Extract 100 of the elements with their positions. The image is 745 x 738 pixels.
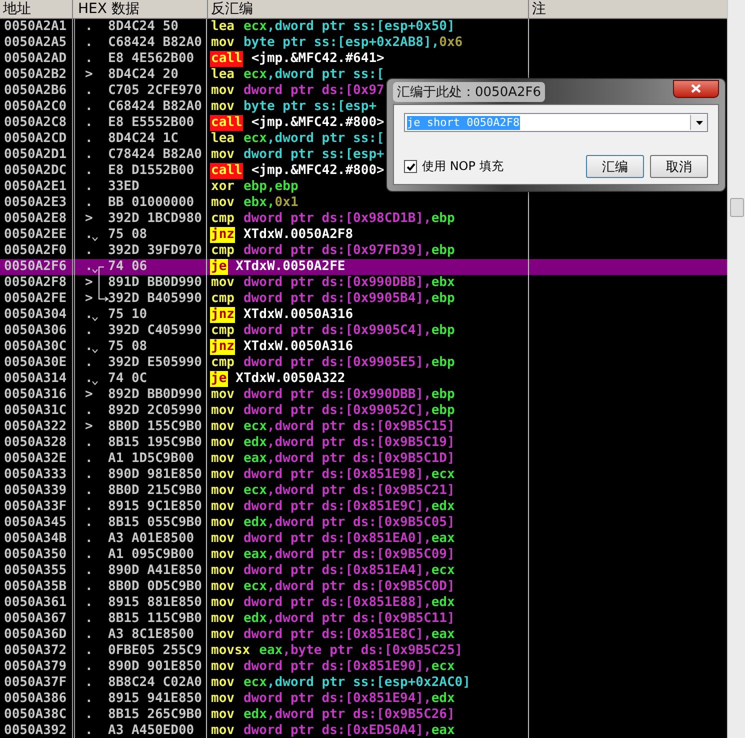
- row-marker: .: [84, 51, 94, 67]
- hex-cell-text: 892D BB0D990: [107, 387, 202, 403]
- row-marker: .: [84, 259, 94, 275]
- mnemonic: mov: [210, 691, 236, 707]
- mnemonic: mov: [210, 435, 236, 451]
- close-button[interactable]: [673, 80, 719, 98]
- address-cell-text: 0050A350: [3, 547, 68, 563]
- hex-cell-text: 392D C405990: [107, 323, 202, 339]
- row-marker: .: [84, 115, 94, 131]
- address-cell-text: 0050A316: [3, 387, 68, 403]
- address-cell-text: 0050A2B2: [3, 67, 68, 83]
- address-cell-text: 0050A38C: [3, 707, 68, 723]
- hex-cell-text: 890D A41E850: [107, 563, 202, 579]
- mnemonic: cmp: [210, 243, 236, 259]
- row-marker: .: [84, 627, 94, 643]
- address-cell-text: 0050A2E1: [3, 179, 68, 195]
- mnemonic: call: [210, 115, 244, 131]
- row-marker: .: [84, 579, 94, 595]
- address-cell-text: 0050A2E3: [3, 195, 68, 211]
- column-header[interactable]: 地址: [0, 0, 72, 18]
- row-marker: .: [84, 131, 94, 147]
- address-cell-text: 0050A2EE: [3, 227, 68, 243]
- address-cell-text: 0050A379: [3, 659, 68, 675]
- operand-text: ecx,dword ptr ss:[esp+0x2AC0]: [243, 675, 470, 691]
- address-cell-text: 0050A2FE: [3, 291, 68, 307]
- row-marker: .: [84, 563, 94, 579]
- operand-text: eax,dword ptr ds:[0x9B5C1D]: [243, 451, 455, 467]
- operand-text: dword ptr ss:[esp+: [243, 147, 384, 163]
- mnemonic: jnz: [210, 307, 236, 323]
- hex-cell-text: 392D E505990: [107, 355, 202, 371]
- address-cell-text: 0050A2D1: [3, 147, 68, 163]
- operand-text: ebx,0x1: [243, 195, 298, 211]
- mnemonic: mov: [210, 451, 236, 467]
- hex-cell-text: 392D 1BCD980: [107, 211, 202, 227]
- hex-cell-text: 890D 981E850: [107, 467, 202, 483]
- scrollbar[interactable]: [727, 0, 745, 738]
- hex-cell-text: 8915 941E850: [107, 691, 202, 707]
- dialog-button[interactable]: 汇编: [586, 155, 644, 178]
- scroll-thumb[interactable]: [730, 198, 744, 217]
- hex-cell-text: 8D4C24 20: [107, 67, 178, 83]
- mnemonic: cmp: [210, 211, 236, 227]
- row-marker: .: [84, 483, 94, 499]
- close-icon: [691, 84, 701, 93]
- row-marker: .: [84, 323, 94, 339]
- address-cell-text: 0050A35B: [3, 579, 68, 595]
- hex-cell-text: C68424 B82A0: [107, 99, 202, 115]
- row-marker: .: [84, 179, 94, 195]
- row-marker: .: [84, 355, 94, 371]
- mnemonic: mov: [210, 627, 236, 643]
- hex-cell-text: 892D 2C05990: [107, 403, 202, 419]
- address-cell-text: 0050A2E8: [3, 211, 68, 227]
- mnemonic: mov: [210, 387, 236, 403]
- hex-cell-text: E8 D1552B00: [107, 163, 194, 179]
- column-header[interactable]: HEX 数据: [72, 0, 207, 18]
- operand-text: XTdxW.0050A316: [243, 339, 354, 355]
- operand-text: dword ptr ds:[0x97: [243, 83, 384, 99]
- address-cell-text: 0050A36D: [3, 627, 68, 643]
- hex-cell-text: 392D B405990: [107, 291, 202, 307]
- mnemonic: mov: [210, 563, 236, 579]
- address-cell-text: 0050A32E: [3, 451, 68, 467]
- mnemonic: call: [210, 163, 244, 179]
- address-cell-text: 0050A2DC: [3, 163, 68, 179]
- hex-cell-text: 0FBE05 255C9: [107, 643, 202, 659]
- hex-cell-text: 392D 39FD970: [107, 243, 202, 259]
- address-cell-text: 0050A2CD: [3, 131, 68, 147]
- operand-text: dword ptr ds:[0x851EA4],ecx: [243, 563, 455, 579]
- address-cell-text: 0050A328: [3, 435, 68, 451]
- mnemonic: jnz: [210, 227, 236, 243]
- row-marker: .: [84, 723, 94, 738]
- mnemonic: mov: [210, 515, 236, 531]
- mnemonic: lea: [210, 19, 236, 35]
- hex-cell-text: 8B0D 155C9B0: [107, 419, 202, 435]
- mnemonic: jnz: [210, 339, 236, 355]
- address-cell-text: 0050A31C: [3, 403, 68, 419]
- hex-cell-text: 8B15 115C9B0: [107, 611, 202, 627]
- row-marker: .: [84, 451, 94, 467]
- hex-cell-text: BB 01000000: [107, 195, 194, 211]
- hex-cell-text: 75 08: [107, 339, 148, 355]
- operand-text: dword ptr ds:[0x9905C4],ebp: [243, 323, 455, 339]
- mnemonic: call: [210, 51, 244, 67]
- dialog-button[interactable]: 取消: [650, 155, 708, 178]
- mnemonic: lea: [210, 131, 236, 147]
- hex-cell-text: 74 06: [107, 259, 148, 275]
- address-cell-text: 0050A345: [3, 515, 68, 531]
- hex-cell-text: 8B0D 215C9B0: [107, 483, 202, 499]
- address-cell-text: 0050A2B6: [3, 83, 68, 99]
- mnemonic: mov: [210, 723, 236, 738]
- column-header[interactable]: 反汇编: [207, 0, 528, 18]
- mnemonic: mov: [210, 595, 236, 611]
- nop-checkbox[interactable]: [404, 160, 417, 173]
- row-marker: .: [84, 467, 94, 483]
- mnemonic: mov: [210, 483, 236, 499]
- mnemonic: mov: [210, 99, 236, 115]
- address-cell-text: 0050A2C0: [3, 99, 68, 115]
- address-cell-text: 0050A314: [3, 371, 68, 387]
- operand-text: edx,dword ptr ds:[0x9B5C19]: [243, 435, 455, 451]
- code-row[interactable]: 0050A2F6 . 74 06 je XTdxW.0050A2FE: [0, 259, 727, 275]
- operand-text: byte ptr ss:[esp+: [243, 99, 377, 115]
- operand-text: ebp,ebp: [243, 179, 298, 195]
- dropdown-button[interactable]: [690, 115, 707, 130]
